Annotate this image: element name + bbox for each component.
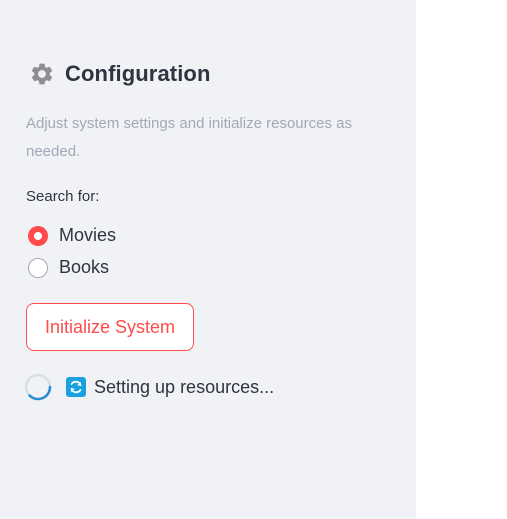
sidebar-title: Configuration — [65, 61, 211, 86]
status-text: Setting up resources... — [94, 376, 275, 397]
radio-option-label: Books — [59, 257, 110, 277]
initialize-system-button[interactable]: Initialize System — [26, 303, 194, 351]
radio-option-books[interactable]: Books — [28, 257, 109, 278]
main-content — [416, 0, 507, 519]
spinner-icon — [24, 373, 52, 401]
search-for-label: Search for: — [26, 188, 100, 205]
radio-button-unselected[interactable] — [28, 257, 48, 278]
sidebar-header: Configuration — [29, 58, 211, 90]
refresh-icon — [66, 377, 86, 397]
radio-option-movies[interactable]: Movies — [28, 225, 116, 246]
sidebar-caption: Adjust system settings and initialize re… — [26, 115, 352, 160]
radio-button-selected[interactable] — [28, 225, 48, 246]
sidebar: Configuration Adjust system settings and… — [0, 0, 416, 519]
radio-option-label: Movies — [59, 225, 117, 245]
status-message: Setting up resources... — [24, 373, 274, 401]
gear-icon — [31, 63, 53, 85]
